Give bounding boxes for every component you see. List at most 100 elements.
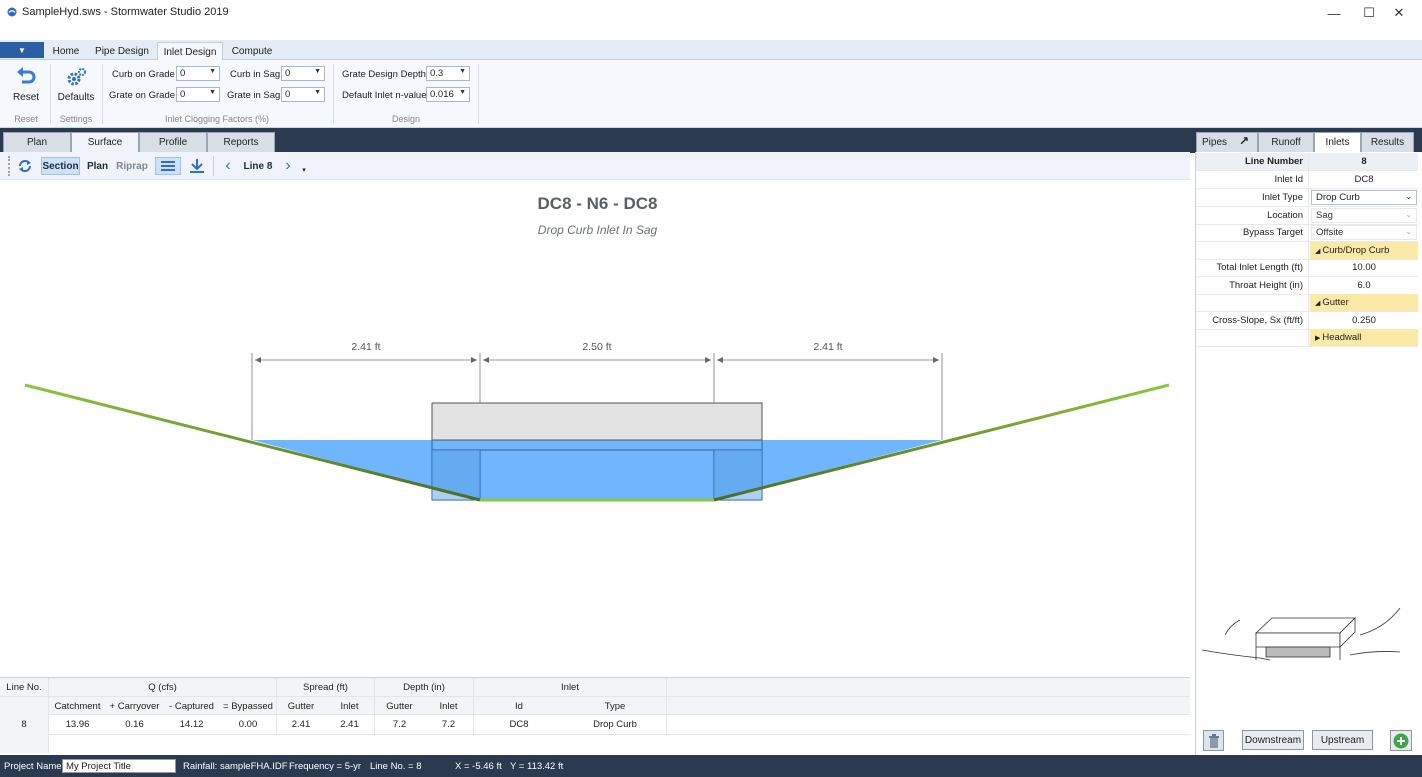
panel-tab-results[interactable]: Results bbox=[1361, 132, 1414, 152]
download-icon bbox=[190, 159, 204, 173]
results-table: Line No. Q (cfs) Spread (ft) Depth (in) … bbox=[0, 677, 1190, 753]
panel-tab-pipes-label: Pipes bbox=[1202, 137, 1228, 148]
panel-tab-runoff[interactable]: Runoff bbox=[1258, 132, 1314, 152]
dim-center: 2.50 ft bbox=[582, 341, 611, 353]
gear-icon bbox=[67, 68, 86, 86]
inlet-type-select[interactable]: Drop Curb ⌄ bbox=[1311, 190, 1417, 205]
reset-label: Reset bbox=[12, 92, 40, 103]
ribbon-tab-compute[interactable]: Compute bbox=[226, 42, 278, 60]
layers-button[interactable] bbox=[155, 157, 181, 175]
close-button[interactable]: ✕ bbox=[1376, 0, 1422, 26]
group-label-settings: Settings bbox=[59, 114, 93, 124]
tab-reports[interactable]: Reports bbox=[207, 132, 275, 152]
prop-total-inlet-length: Total Inlet Length (ft) 10.00 bbox=[1196, 259, 1418, 277]
section-gutter[interactable]: ◢ Gutter bbox=[1196, 294, 1418, 312]
defaults-button[interactable]: Defaults bbox=[56, 66, 96, 108]
col-catchment: Catchment bbox=[54, 700, 101, 712]
cell-inlet-id: DC8 bbox=[509, 719, 529, 730]
undo-icon bbox=[17, 67, 36, 84]
x-coordinate-status: X = -5.46 ft bbox=[455, 761, 502, 772]
cell-captured: 14.12 bbox=[179, 719, 204, 730]
cell-depth-inlet: 7.2 bbox=[441, 719, 456, 730]
downstream-button[interactable]: Downstream bbox=[1242, 730, 1304, 750]
project-name-input[interactable]: My Project Title bbox=[62, 759, 176, 773]
rainfall-status: Rainfall: sampleFHA.IDF bbox=[183, 761, 288, 772]
grate-on-grade-label: Grate on Grade bbox=[109, 90, 176, 101]
project-name-label: Project Name: bbox=[4, 761, 65, 772]
curb-in-sag-label: Curb in Sag bbox=[230, 69, 281, 80]
chevron-right-icon: › bbox=[285, 157, 291, 174]
col-group-q: Q (cfs) bbox=[148, 682, 177, 693]
total-inlet-length-field[interactable]: 10.00 bbox=[1310, 259, 1418, 276]
cell-spread-inlet: 2.41 bbox=[340, 719, 359, 730]
dropdown-arrow-icon: ▼ bbox=[314, 89, 321, 96]
prop-line-number: Line Number 8 bbox=[1196, 153, 1418, 171]
cell-bypassed: 0.00 bbox=[238, 719, 258, 730]
dim-left: 2.41 ft bbox=[351, 341, 380, 353]
section-headwall[interactable]: ▶ Headwall bbox=[1196, 329, 1418, 347]
next-line-button[interactable]: › bbox=[279, 157, 297, 175]
default-inlet-n-label: Default Inlet n-value bbox=[342, 90, 427, 101]
line-selector: Line 8 bbox=[243, 160, 273, 172]
prop-cross-slope: Cross-Slope, Sx (ft/ft) 0.250 bbox=[1196, 312, 1418, 330]
chevron-down-icon: ⌄ bbox=[1405, 192, 1412, 201]
row-line-no: 8 bbox=[21, 719, 27, 730]
curb-in-sag-select[interactable]: 0 ▼ bbox=[281, 66, 325, 81]
dropdown-arrow-icon: ▼ bbox=[209, 89, 216, 96]
title-bar: SampleHyd.sws - Stormwater Studio 2019 —… bbox=[0, 0, 1422, 26]
ribbon-tab-pipe-design[interactable]: Pipe Design bbox=[90, 42, 154, 60]
frequency-status: Frequency = 5-yr bbox=[289, 761, 362, 772]
inlet-top bbox=[431, 402, 763, 441]
grate-design-depth-select[interactable]: 0.3 ▼ bbox=[426, 66, 470, 81]
col-spread-gutter: Gutter bbox=[287, 700, 315, 712]
refresh-icon bbox=[19, 160, 31, 172]
curb-on-grade-select[interactable]: 0 ▼ bbox=[176, 66, 220, 81]
grate-in-sag-select[interactable]: 0 ▼ bbox=[281, 87, 325, 102]
cross-slope-field[interactable]: 0.250 bbox=[1310, 312, 1418, 329]
default-inlet-n-select[interactable]: 0.016 ▼ bbox=[426, 87, 470, 102]
ribbon-tab-home[interactable]: Home bbox=[46, 42, 86, 60]
previous-line-button[interactable]: ‹ bbox=[219, 157, 237, 175]
tab-plan[interactable]: Plan bbox=[3, 132, 71, 152]
group-label-clogging: Inlet Clogging Factors (%) bbox=[164, 114, 270, 124]
col-depth-inlet: Inlet bbox=[439, 700, 458, 712]
prop-location: Location Sag ⌄ bbox=[1196, 207, 1418, 225]
upstream-button[interactable]: Upstream bbox=[1312, 730, 1373, 750]
col-group-depth: Depth (in) bbox=[403, 682, 445, 693]
section-view-button[interactable]: Section bbox=[41, 157, 80, 175]
col-group-spread: Spread (ft) bbox=[303, 682, 348, 693]
col-captured: - Captured bbox=[169, 700, 214, 712]
panel-tab-pipes[interactable]: Pipes ↗ bbox=[1196, 132, 1258, 152]
ribbon-tab-inlet-design[interactable]: Inlet Design bbox=[157, 42, 223, 61]
riprap-view-button[interactable]: Riprap bbox=[114, 157, 150, 175]
delete-button[interactable] bbox=[1203, 730, 1224, 751]
trash-icon bbox=[1208, 733, 1219, 748]
window-title: SampleHyd.sws - Stormwater Studio 2019 bbox=[22, 6, 229, 18]
grate-on-grade-select[interactable]: 0 ▼ bbox=[176, 87, 220, 102]
col-bypassed: = Bypassed bbox=[223, 700, 273, 712]
hamburger-icon bbox=[161, 161, 175, 171]
col-inlet-id: Id bbox=[515, 700, 523, 712]
tab-profile[interactable]: Profile bbox=[139, 132, 207, 152]
overflow-icon: ▾ bbox=[302, 167, 306, 174]
section-canvas[interactable]: DC8 - N6 - DC8 Drop Curb Inlet In Sag 2.… bbox=[0, 180, 1190, 677]
add-button[interactable] bbox=[1390, 730, 1412, 751]
section-curb[interactable]: ◢ Curb/Drop Curb bbox=[1196, 242, 1418, 260]
cell-carryover: 0.16 bbox=[125, 719, 144, 730]
location-select[interactable]: Sag ⌄ bbox=[1311, 208, 1417, 223]
curb-on-grade-label: Curb on Grade bbox=[112, 69, 175, 80]
bypass-target-select[interactable]: Offsite ⌄ bbox=[1311, 225, 1417, 240]
col-group-inlet: Inlet bbox=[561, 682, 579, 693]
plan-view-button[interactable]: Plan bbox=[84, 157, 111, 175]
app-icon bbox=[7, 7, 17, 17]
app-menu-button[interactable]: ▼ bbox=[0, 42, 44, 58]
section-drawing: 2.41 ft 2.50 ft 2.41 ft bbox=[24, 341, 1170, 502]
panel-tab-inlets[interactable]: Inlets bbox=[1314, 132, 1361, 153]
tab-surface[interactable]: Surface bbox=[71, 132, 139, 153]
download-button[interactable] bbox=[186, 157, 208, 175]
toolbar-overflow-button[interactable]: ▾ bbox=[300, 164, 308, 176]
inlet-id-field[interactable]: DC8 bbox=[1310, 171, 1418, 188]
reset-button[interactable]: Reset bbox=[8, 66, 44, 108]
throat-height-field[interactable]: 6.0 bbox=[1310, 277, 1418, 294]
refresh-button[interactable] bbox=[14, 157, 36, 175]
